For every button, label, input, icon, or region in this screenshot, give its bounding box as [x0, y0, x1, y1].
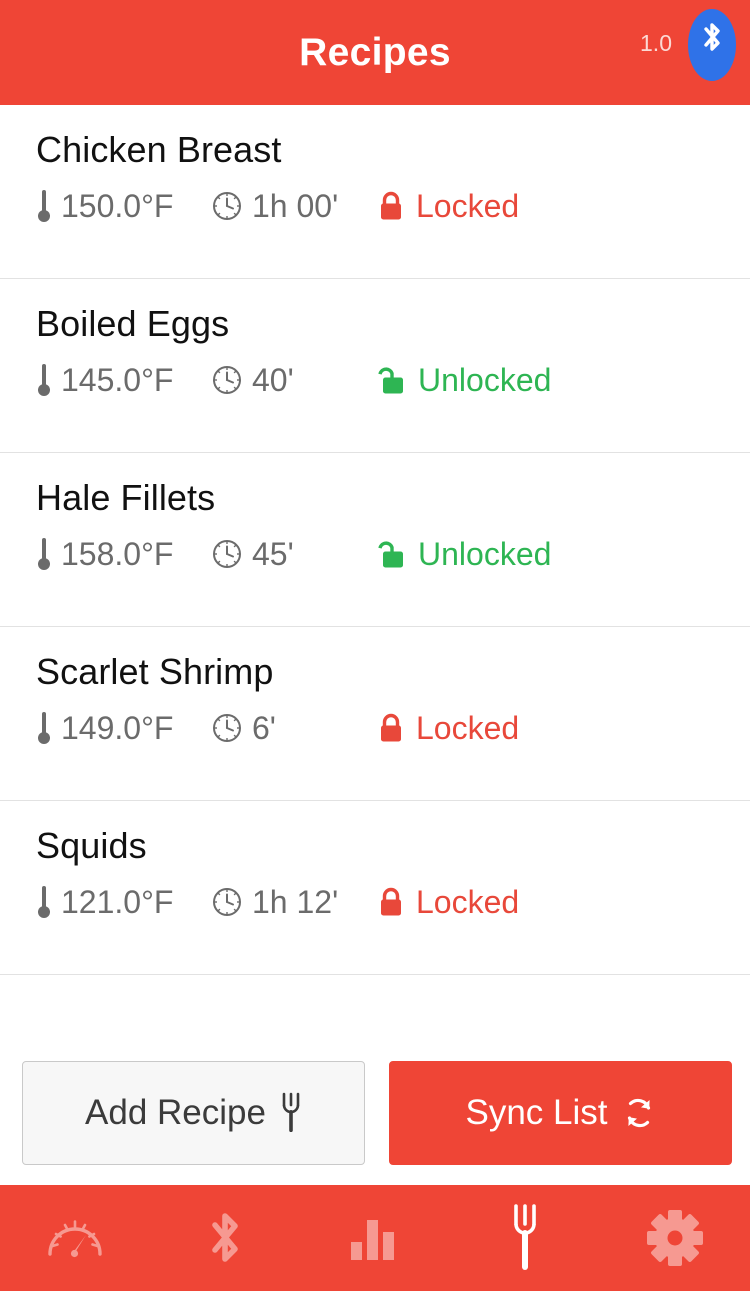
recipe-name: Chicken Breast: [36, 129, 282, 170]
clock-icon: [211, 712, 243, 744]
thermometer-icon: [36, 884, 52, 920]
thermometer-icon: [36, 710, 52, 746]
recipe-meta: 145.0°F 40' Unlocked: [36, 359, 750, 401]
tab-gauge[interactable]: [0, 1185, 150, 1291]
status-label: Locked: [416, 710, 520, 746]
recipe-status-badge: Locked: [376, 185, 519, 227]
status-label: Locked: [416, 188, 520, 224]
tab-bluetooth[interactable]: [150, 1185, 300, 1291]
recipe-temperature: 121.0°F: [36, 881, 211, 923]
recipe-meta: 150.0°F 1h 00' Locked: [36, 185, 750, 227]
fork-icon: [280, 1092, 302, 1134]
bluetooth-status-icon[interactable]: [688, 8, 736, 81]
duration-value: 6': [252, 710, 276, 746]
thermometer-icon: [36, 536, 52, 572]
clock-icon: [211, 190, 243, 222]
recipe-meta: 158.0°F 45' Unlocked: [36, 533, 750, 575]
duration-value: 40': [252, 362, 294, 398]
recipe-list: Chicken Breast 150.0°F 1h 00' Locked Boi…: [0, 105, 750, 1040]
sync-icon: [622, 1095, 656, 1131]
lock-open-icon: [376, 537, 408, 571]
thermometer-icon: [36, 362, 52, 398]
recipe-status-badge: Unlocked: [376, 359, 551, 401]
temperature-value: 145.0°F: [61, 362, 174, 398]
recipe-name: Scarlet Shrimp: [36, 651, 274, 692]
lock-closed-icon: [376, 711, 406, 745]
add-recipe-label: Add Recipe: [85, 1092, 266, 1132]
page-title: Recipes: [299, 31, 451, 74]
recipe-name: Hale Fillets: [36, 477, 216, 518]
clock-icon: [211, 886, 243, 918]
recipe-duration: 40': [211, 359, 376, 401]
recipe-status-badge: Locked: [376, 707, 519, 749]
recipe-list-item[interactable]: Chicken Breast 150.0°F 1h 00' Locked: [0, 105, 750, 279]
recipe-name: Boiled Eggs: [36, 303, 230, 344]
recipe-list-item[interactable]: Hale Fillets 158.0°F 45' Unlocked: [0, 453, 750, 627]
temperature-value: 149.0°F: [61, 710, 174, 746]
recipe-meta: 121.0°F 1h 12' Locked: [36, 881, 750, 923]
version-label: 1.0: [640, 30, 672, 56]
recipe-temperature: 150.0°F: [36, 185, 211, 227]
recipe-duration: 1h 00': [211, 185, 376, 227]
bar-chart-icon: [347, 1210, 403, 1266]
sync-list-button[interactable]: Sync List: [389, 1060, 732, 1165]
status-label: Locked: [416, 884, 520, 920]
thermometer-icon: [36, 188, 52, 224]
lock-open-icon: [376, 363, 408, 397]
tab-stats[interactable]: [300, 1185, 450, 1291]
add-recipe-button[interactable]: Add Recipe: [22, 1060, 365, 1165]
duration-value: 1h 12': [252, 884, 339, 920]
recipe-meta: 149.0°F 6' Locked: [36, 707, 750, 749]
recipe-duration: 6': [211, 707, 376, 749]
duration-value: 1h 00': [252, 188, 339, 224]
header-right-group: 1.0: [640, 0, 736, 105]
gear-icon: [645, 1208, 705, 1268]
gauge-icon: [44, 1210, 106, 1266]
tab-settings[interactable]: [600, 1185, 750, 1291]
recipe-duration: 1h 12': [211, 881, 376, 923]
status-label: Unlocked: [418, 536, 552, 572]
recipe-list-item[interactable]: Boiled Eggs 145.0°F 40' Unlocked: [0, 279, 750, 453]
temperature-value: 158.0°F: [61, 536, 174, 572]
temperature-value: 121.0°F: [61, 884, 174, 920]
fork-icon: [509, 1202, 541, 1274]
recipe-temperature: 145.0°F: [36, 359, 211, 401]
lock-closed-icon: [376, 189, 406, 223]
lock-closed-icon: [376, 885, 406, 919]
bottom-tab-bar: [0, 1185, 750, 1291]
recipe-list-item[interactable]: Squids 121.0°F 1h 12' Locked: [0, 801, 750, 975]
clock-icon: [211, 364, 243, 396]
recipe-list-item[interactable]: Scarlet Shrimp 149.0°F 6' Locked: [0, 627, 750, 801]
recipe-status-badge: Unlocked: [376, 533, 551, 575]
recipe-duration: 45': [211, 533, 376, 575]
duration-value: 45': [252, 536, 294, 572]
recipe-status-badge: Locked: [376, 881, 519, 923]
clock-icon: [211, 538, 243, 570]
bluetooth-icon: [203, 1207, 247, 1269]
sync-list-label: Sync List: [465, 1092, 608, 1132]
action-bar: Add Recipe Sync List: [0, 1040, 750, 1185]
temperature-value: 150.0°F: [61, 188, 174, 224]
recipe-temperature: 158.0°F: [36, 533, 211, 575]
tab-recipes[interactable]: [450, 1185, 600, 1291]
app-root: Recipes 1.0 Chicken Breast 150.0°F 1h 00…: [0, 0, 750, 1291]
recipe-name: Squids: [36, 825, 147, 866]
app-header: Recipes 1.0: [0, 0, 750, 105]
recipe-temperature: 149.0°F: [36, 707, 211, 749]
status-label: Unlocked: [418, 362, 552, 398]
